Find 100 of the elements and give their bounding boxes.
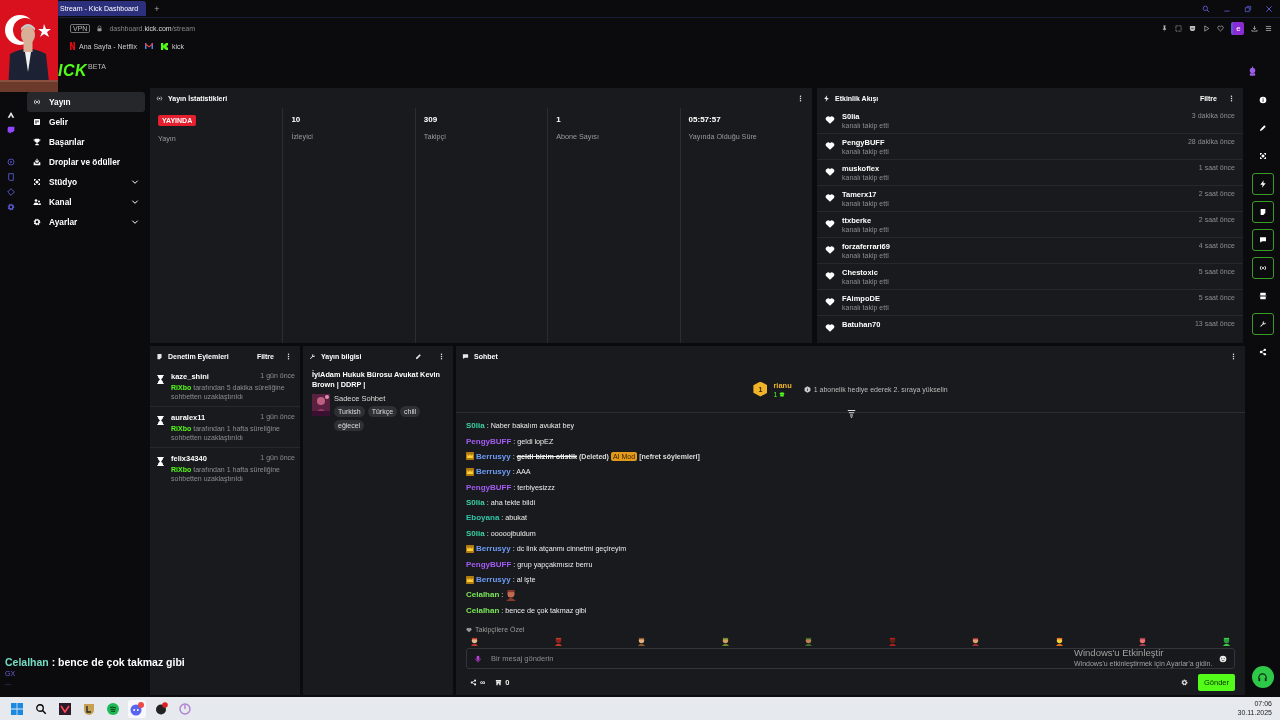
emote-icon[interactable] xyxy=(971,637,981,646)
heart-icon xyxy=(825,141,835,151)
note-icon xyxy=(1258,208,1267,216)
store-icon xyxy=(495,678,503,686)
emoji-icon[interactable] xyxy=(1219,654,1227,663)
search-icon[interactable] xyxy=(1202,4,1210,13)
gear-icon xyxy=(33,218,41,226)
more-icon[interactable] xyxy=(285,352,292,360)
sidebar-item[interactable]: Ayarlar xyxy=(27,212,145,232)
profile-button[interactable]: e xyxy=(1231,21,1244,35)
more-icon[interactable] xyxy=(1228,94,1235,102)
heart-icon xyxy=(825,167,835,177)
pencil-icon[interactable] xyxy=(415,352,422,360)
sidebar-item[interactable]: Stüdyo xyxy=(27,172,145,192)
share-icon xyxy=(470,678,477,686)
tool-button[interactable] xyxy=(1251,229,1274,251)
hourglass-icon xyxy=(155,374,166,385)
chat-username[interactable]: PengyBUFF xyxy=(466,436,512,446)
broadcast-icon xyxy=(33,98,41,106)
chat-overlay-message: Celalhan : bence de çok takmaz gibi xyxy=(5,656,185,668)
heart-icon xyxy=(825,219,835,229)
heart-icon[interactable] xyxy=(1217,24,1224,32)
sidebar-item[interactable]: Başarılar xyxy=(27,132,145,152)
people-icon xyxy=(33,198,41,206)
info-icon xyxy=(803,385,811,393)
chat-username[interactable]: Berrusyy xyxy=(476,467,511,477)
stat-value: 1 xyxy=(556,115,562,124)
hourglass-icon xyxy=(155,456,166,468)
chat-username[interactable]: Berrusyy xyxy=(476,544,511,554)
chat-username[interactable]: Berrusyy xyxy=(476,451,511,461)
broadcast-icon xyxy=(156,94,163,102)
heart-icon xyxy=(825,115,835,125)
emote-icon[interactable] xyxy=(470,637,479,646)
logo[interactable]: ICK xyxy=(58,62,88,80)
share-icon xyxy=(1258,348,1267,356)
heart-icon xyxy=(825,297,835,307)
mic-icon[interactable] xyxy=(474,654,482,663)
close-icon[interactable] xyxy=(1265,4,1273,13)
chat-username[interactable]: Berrusyy xyxy=(476,575,511,584)
trophy-icon xyxy=(33,138,41,146)
emote-icon[interactable] xyxy=(637,637,647,646)
lock-icon xyxy=(96,24,104,32)
chat-username[interactable]: Celalhan xyxy=(466,605,500,615)
heart-icon xyxy=(825,245,835,255)
sidebar-item[interactable]: Droplar ve ödüller xyxy=(27,152,145,172)
more-icon[interactable] xyxy=(797,94,804,102)
chat-icon xyxy=(1258,236,1267,244)
chat-bubble-icon[interactable] xyxy=(7,126,15,134)
chat-username[interactable]: Eboyana xyxy=(466,513,500,523)
chat-username[interactable]: S0lia xyxy=(466,498,485,508)
mail-icon[interactable] xyxy=(144,43,153,49)
emote-icon[interactable] xyxy=(720,637,730,646)
peak-icon[interactable] xyxy=(7,111,15,119)
sidebar-item[interactable]: Kanal xyxy=(27,192,145,212)
play-circle-icon[interactable] xyxy=(7,158,15,166)
more-icon[interactable] xyxy=(1230,352,1237,360)
play-icon[interactable] xyxy=(1203,24,1210,32)
robot-icon[interactable] xyxy=(1247,65,1258,77)
emote-icon[interactable] xyxy=(1221,637,1231,646)
more-icon[interactable] xyxy=(438,352,445,360)
shield-icon xyxy=(83,702,95,715)
stat-value: 309 xyxy=(423,115,439,124)
crown-icon xyxy=(466,467,474,476)
heart-icon xyxy=(466,626,472,633)
settings-icon[interactable] xyxy=(1180,678,1188,686)
chevron-down-icon xyxy=(131,178,139,186)
emote-icon[interactable] xyxy=(804,637,814,646)
chat-username[interactable]: PengyBUFF xyxy=(466,482,512,492)
pin-icon[interactable] xyxy=(1161,24,1168,32)
chat-username[interactable]: S0lia xyxy=(466,528,485,538)
wrench-icon xyxy=(309,352,316,360)
download-icon[interactable] xyxy=(1251,24,1258,32)
new-tab-button[interactable]: + xyxy=(152,3,162,14)
search-icon xyxy=(35,702,47,715)
ball-icon xyxy=(154,702,168,715)
gift-icon xyxy=(779,391,786,397)
gear-icon[interactable] xyxy=(7,203,15,211)
support-button[interactable] xyxy=(1251,666,1274,688)
chat-username[interactable]: Celalhan xyxy=(466,590,500,600)
pencil-icon xyxy=(1258,124,1267,132)
info-icon xyxy=(1258,96,1267,104)
bolt-icon xyxy=(1258,180,1267,188)
stat-value: 05:57:57 xyxy=(688,115,722,124)
shield-icon[interactable] xyxy=(1189,24,1196,32)
emote-icon[interactable] xyxy=(1138,637,1148,646)
windows-icon xyxy=(11,702,23,715)
sidebar-item[interactable]: Yayın xyxy=(27,92,145,112)
drops-icon xyxy=(33,158,41,166)
chat-username[interactable]: S0lia xyxy=(466,421,485,431)
crown-icon xyxy=(466,575,474,584)
chat-username[interactable]: PengyBUFF xyxy=(466,559,512,569)
filter-icon[interactable] xyxy=(847,409,856,418)
sidebar-item[interactable]: Gelir xyxy=(27,112,145,132)
emote-icon[interactable] xyxy=(1054,637,1064,646)
tool-button[interactable] xyxy=(1251,173,1274,195)
note-icon xyxy=(156,352,163,360)
tool-button[interactable] xyxy=(1251,201,1274,223)
menu-icon[interactable] xyxy=(1265,24,1272,32)
chevron-down-icon xyxy=(131,218,139,226)
power-icon xyxy=(179,702,191,715)
